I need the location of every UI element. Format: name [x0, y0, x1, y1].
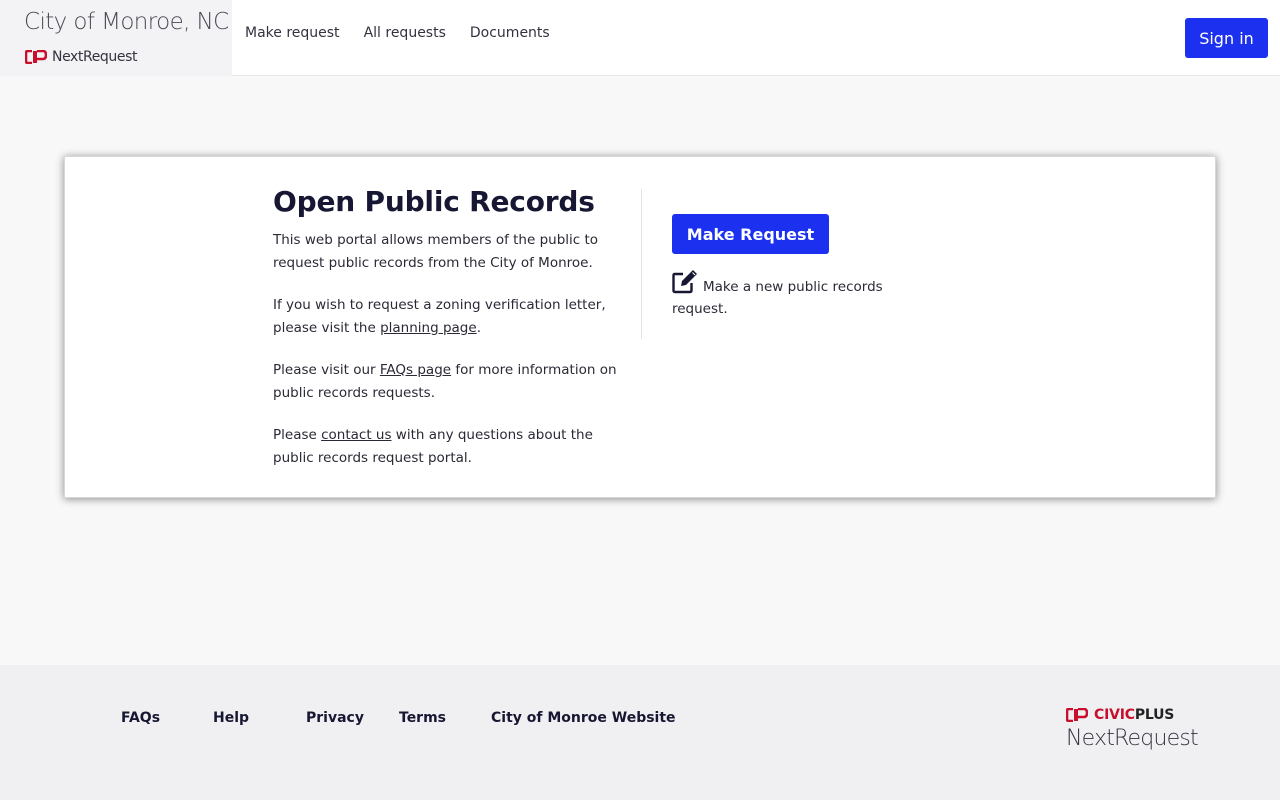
nav-all-requests[interactable]: All requests: [364, 25, 446, 41]
civicplus-wordmark: CIVICPLUS: [1094, 707, 1174, 723]
make-request-desc-text: Make a new public records request.: [672, 279, 883, 317]
portal-info: Open Public Records This web portal allo…: [273, 185, 633, 489]
footer-link-help[interactable]: Help: [213, 710, 249, 726]
edit-icon: [672, 270, 697, 294]
zoning-text: If you wish to request a zoning verifica…: [273, 294, 633, 339]
civicplus-wordmark-plus: PLUS: [1134, 707, 1175, 723]
make-request-panel: Make Request Make a new public records r…: [672, 214, 912, 320]
make-request-description: Make a new public records request.: [672, 270, 912, 320]
sign-in-button[interactable]: Sign in: [1185, 18, 1268, 58]
nextrequest-logo: NextRequest: [25, 49, 137, 65]
footer-link-faqs[interactable]: FAQs: [121, 710, 160, 726]
civicplus-nextrequest-logo: CIVICPLUS NextRequest: [1066, 707, 1206, 751]
site-title[interactable]: City of Monroe, NC: [24, 9, 229, 35]
planning-page-link[interactable]: planning page: [380, 320, 477, 336]
intro-text: This web portal allows members of the pu…: [273, 232, 599, 271]
brand-block[interactable]: City of Monroe, NC NextRequest: [0, 0, 232, 76]
product-name: NextRequest: [52, 49, 138, 65]
civicplus-wordmark-civic: CIVIC: [1094, 707, 1135, 723]
contact-text: Please contact us with any questions abo…: [273, 424, 633, 469]
nav-documents[interactable]: Documents: [470, 25, 550, 41]
contact-text-before: Please: [273, 427, 322, 443]
top-navbar: City of Monroe, NC NextRequest Make requ…: [0, 0, 1280, 76]
main-nav: Make request All requests Documents: [245, 25, 574, 41]
civicplus-footer-logo-icon: [1066, 708, 1088, 722]
footer-link-city-website[interactable]: City of Monroe Website: [491, 710, 676, 726]
zoning-text-after: .: [476, 319, 481, 336]
contact-us-link[interactable]: contact us: [321, 427, 391, 443]
footer-product-name: NextRequest: [1066, 726, 1199, 751]
faqs-text-before: Please visit our: [273, 362, 380, 378]
page-title: Open Public Records: [273, 185, 595, 218]
civicplus-logo-icon: [25, 50, 47, 64]
make-request-button[interactable]: Make Request: [672, 214, 829, 254]
nav-make-request[interactable]: Make request: [245, 25, 340, 41]
footer-link-terms[interactable]: Terms: [399, 710, 446, 726]
faqs-text: Please visit our FAQs page for more info…: [273, 359, 633, 404]
footer-link-privacy[interactable]: Privacy: [306, 710, 364, 726]
faqs-page-link[interactable]: FAQs page: [380, 362, 451, 378]
civicplus-brand: CIVICPLUS: [1066, 707, 1206, 723]
column-divider: [641, 189, 642, 339]
footer: FAQs Help Privacy Terms City of Monroe W…: [0, 665, 1280, 800]
welcome-card: Open Public Records This web portal allo…: [64, 156, 1216, 498]
